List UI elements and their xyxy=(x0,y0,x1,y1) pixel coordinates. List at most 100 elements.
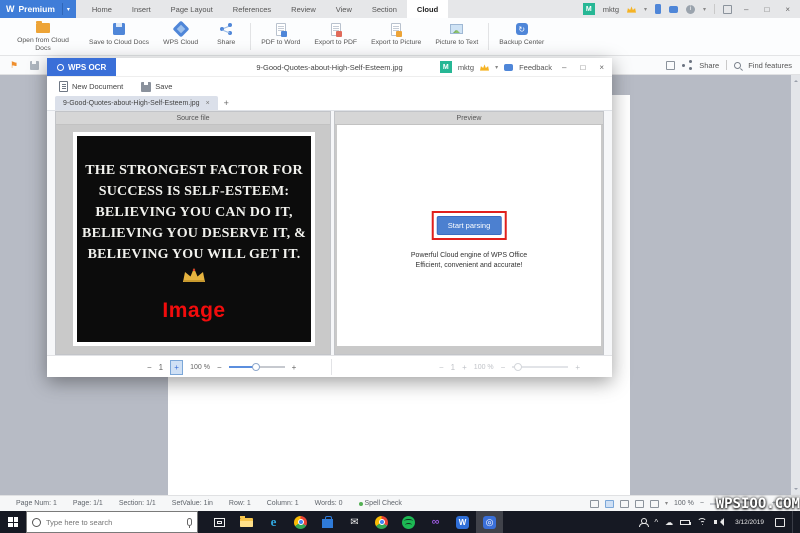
show-desktop-button[interactable] xyxy=(792,511,796,533)
account-avatar[interactable]: M xyxy=(440,61,452,73)
premium-button[interactable]: W Premium ▾ xyxy=(0,0,76,18)
zoom-out-button[interactable]: − xyxy=(501,363,506,372)
hidden-icons-chevron[interactable]: ^ xyxy=(654,518,658,527)
zoom-slider[interactable] xyxy=(229,366,285,368)
start-parsing-button[interactable]: Start parsing xyxy=(437,216,502,235)
open-from-cloud-docs-button[interactable]: Open from Cloud Docs xyxy=(4,18,82,55)
tab-insert[interactable]: Insert xyxy=(122,0,161,18)
zoom-in-button[interactable]: + xyxy=(292,363,297,372)
start-button[interactable] xyxy=(0,511,26,533)
edge-button[interactable]: e xyxy=(260,511,287,533)
save-to-cloud-docs-button[interactable]: Save to Cloud Docs xyxy=(82,18,156,55)
zoom-in-button[interactable]: + xyxy=(575,363,580,372)
wifi-icon[interactable] xyxy=(697,518,707,526)
backup-center-button[interactable]: ↻ Backup Center xyxy=(492,18,551,55)
view-mode-1-icon[interactable] xyxy=(590,500,599,508)
clock-date[interactable]: 3/12/2019 xyxy=(731,519,768,526)
wps-ocr-app-button[interactable]: ◎ xyxy=(476,511,503,533)
preview-icon[interactable] xyxy=(666,61,675,70)
chevron-down-icon[interactable]: ▾ xyxy=(495,64,498,71)
pdf-to-word-button[interactable]: PDF to Word xyxy=(254,18,307,55)
picture-to-text-icon xyxy=(450,22,463,36)
account-avatar[interactable]: M xyxy=(583,3,595,15)
page-prev-button[interactable]: − xyxy=(147,363,152,372)
new-tab-button[interactable]: + xyxy=(224,98,229,108)
ocr-file-tab[interactable]: 9-Good-Quotes-about-High-Self-Esteem.jpg… xyxy=(55,96,218,110)
spotify-button[interactable] xyxy=(395,511,422,533)
minimize-button[interactable]: – xyxy=(740,5,752,14)
chrome-button[interactable] xyxy=(287,511,314,533)
status-spell-check[interactable]: Spell Check xyxy=(365,500,402,507)
minimize-button[interactable]: – xyxy=(558,63,570,72)
zoom-out-button[interactable]: − xyxy=(700,500,704,507)
onedrive-cloud-icon[interactable]: ☁ xyxy=(665,518,673,527)
new-document-button[interactable]: New Document xyxy=(59,81,123,92)
task-view-button[interactable] xyxy=(206,511,233,533)
account-name[interactable]: mktg xyxy=(458,63,474,72)
feedback-icon[interactable] xyxy=(504,64,513,71)
zoom-slider-handle[interactable] xyxy=(252,363,260,371)
share-icon[interactable] xyxy=(682,60,692,70)
vertical-scrollbar[interactable] xyxy=(791,75,800,495)
flag-icon[interactable]: ⚑ xyxy=(10,60,18,71)
workspace-icon[interactable] xyxy=(723,5,732,14)
chevron-down-icon[interactable]: ▾ xyxy=(644,6,647,13)
search-icon[interactable] xyxy=(734,62,741,69)
chevron-down-icon[interactable]: ▾ xyxy=(703,6,706,13)
page-layout-icon[interactable] xyxy=(650,500,659,508)
zoom-out-button[interactable]: − xyxy=(217,363,222,372)
battery-icon[interactable] xyxy=(680,520,690,525)
mobile-app-icon[interactable] xyxy=(655,4,661,14)
search-input[interactable] xyxy=(46,518,182,527)
tab-view[interactable]: View xyxy=(326,0,362,18)
tab-review[interactable]: Review xyxy=(281,0,326,18)
share-button[interactable]: Share xyxy=(205,18,247,55)
info-icon[interactable]: i xyxy=(686,5,695,14)
page-next-button[interactable]: + xyxy=(170,360,183,375)
tab-close-icon[interactable]: × xyxy=(206,100,210,107)
view-mode-4-icon[interactable] xyxy=(635,500,644,508)
page-prev-button[interactable]: − xyxy=(439,363,444,372)
chevron-down-icon[interactable]: ▾ xyxy=(67,6,70,13)
mail-icon: ✉ xyxy=(350,517,358,528)
save-button[interactable]: Save xyxy=(141,82,172,92)
tab-cloud[interactable]: Cloud xyxy=(407,0,448,18)
tab-page-layout[interactable]: Page Layout xyxy=(161,0,223,18)
feedback-label[interactable]: Feedback xyxy=(519,63,552,72)
chrome-profile-button[interactable] xyxy=(368,511,395,533)
wps-office-button[interactable]: W xyxy=(449,511,476,533)
feedback-chat-icon[interactable] xyxy=(669,6,678,13)
source-image[interactable]: THE STRONGEST FACTOR FOR SUCCESS IS SELF… xyxy=(73,132,315,346)
zoom-slider-handle[interactable] xyxy=(514,363,522,371)
restore-button[interactable]: □ xyxy=(760,5,773,14)
zoom-slider[interactable] xyxy=(512,366,568,368)
taskbar-search[interactable] xyxy=(26,511,198,533)
close-button[interactable]: × xyxy=(781,5,794,14)
microphone-icon[interactable] xyxy=(187,518,192,526)
mail-button[interactable]: ✉ xyxy=(341,511,368,533)
maximize-button[interactable]: □ xyxy=(576,63,589,72)
close-button[interactable]: × xyxy=(595,63,608,72)
people-icon[interactable] xyxy=(639,518,647,527)
file-explorer-button[interactable] xyxy=(233,511,260,533)
wps-cloud-button[interactable]: WPS Cloud xyxy=(156,18,205,55)
account-name[interactable]: mktg xyxy=(603,5,619,14)
export-to-picture-button[interactable]: Export to Picture xyxy=(364,18,428,55)
ocr-app-tab[interactable]: WPS OCR xyxy=(47,58,116,76)
picture-to-text-button[interactable]: Picture to Text xyxy=(428,18,485,55)
chevron-down-icon[interactable]: ▾ xyxy=(665,500,668,507)
view-mode-2-icon[interactable] xyxy=(605,500,614,508)
find-features-label[interactable]: Find features xyxy=(748,61,792,70)
save-icon[interactable] xyxy=(30,61,39,70)
page-next-button[interactable]: + xyxy=(462,363,467,372)
action-center-icon[interactable] xyxy=(775,518,785,527)
store-button[interactable] xyxy=(314,511,341,533)
volume-muted-icon[interactable]: × xyxy=(714,518,724,526)
export-to-pdf-button[interactable]: Export to PDF xyxy=(307,18,364,55)
tab-home[interactable]: Home xyxy=(82,0,122,18)
view-mode-3-icon[interactable] xyxy=(620,500,629,508)
visual-studio-button[interactable]: ∞ xyxy=(422,511,449,533)
tab-section[interactable]: Section xyxy=(362,0,407,18)
tab-references[interactable]: References xyxy=(223,0,281,18)
share-label[interactable]: Share xyxy=(699,61,719,70)
